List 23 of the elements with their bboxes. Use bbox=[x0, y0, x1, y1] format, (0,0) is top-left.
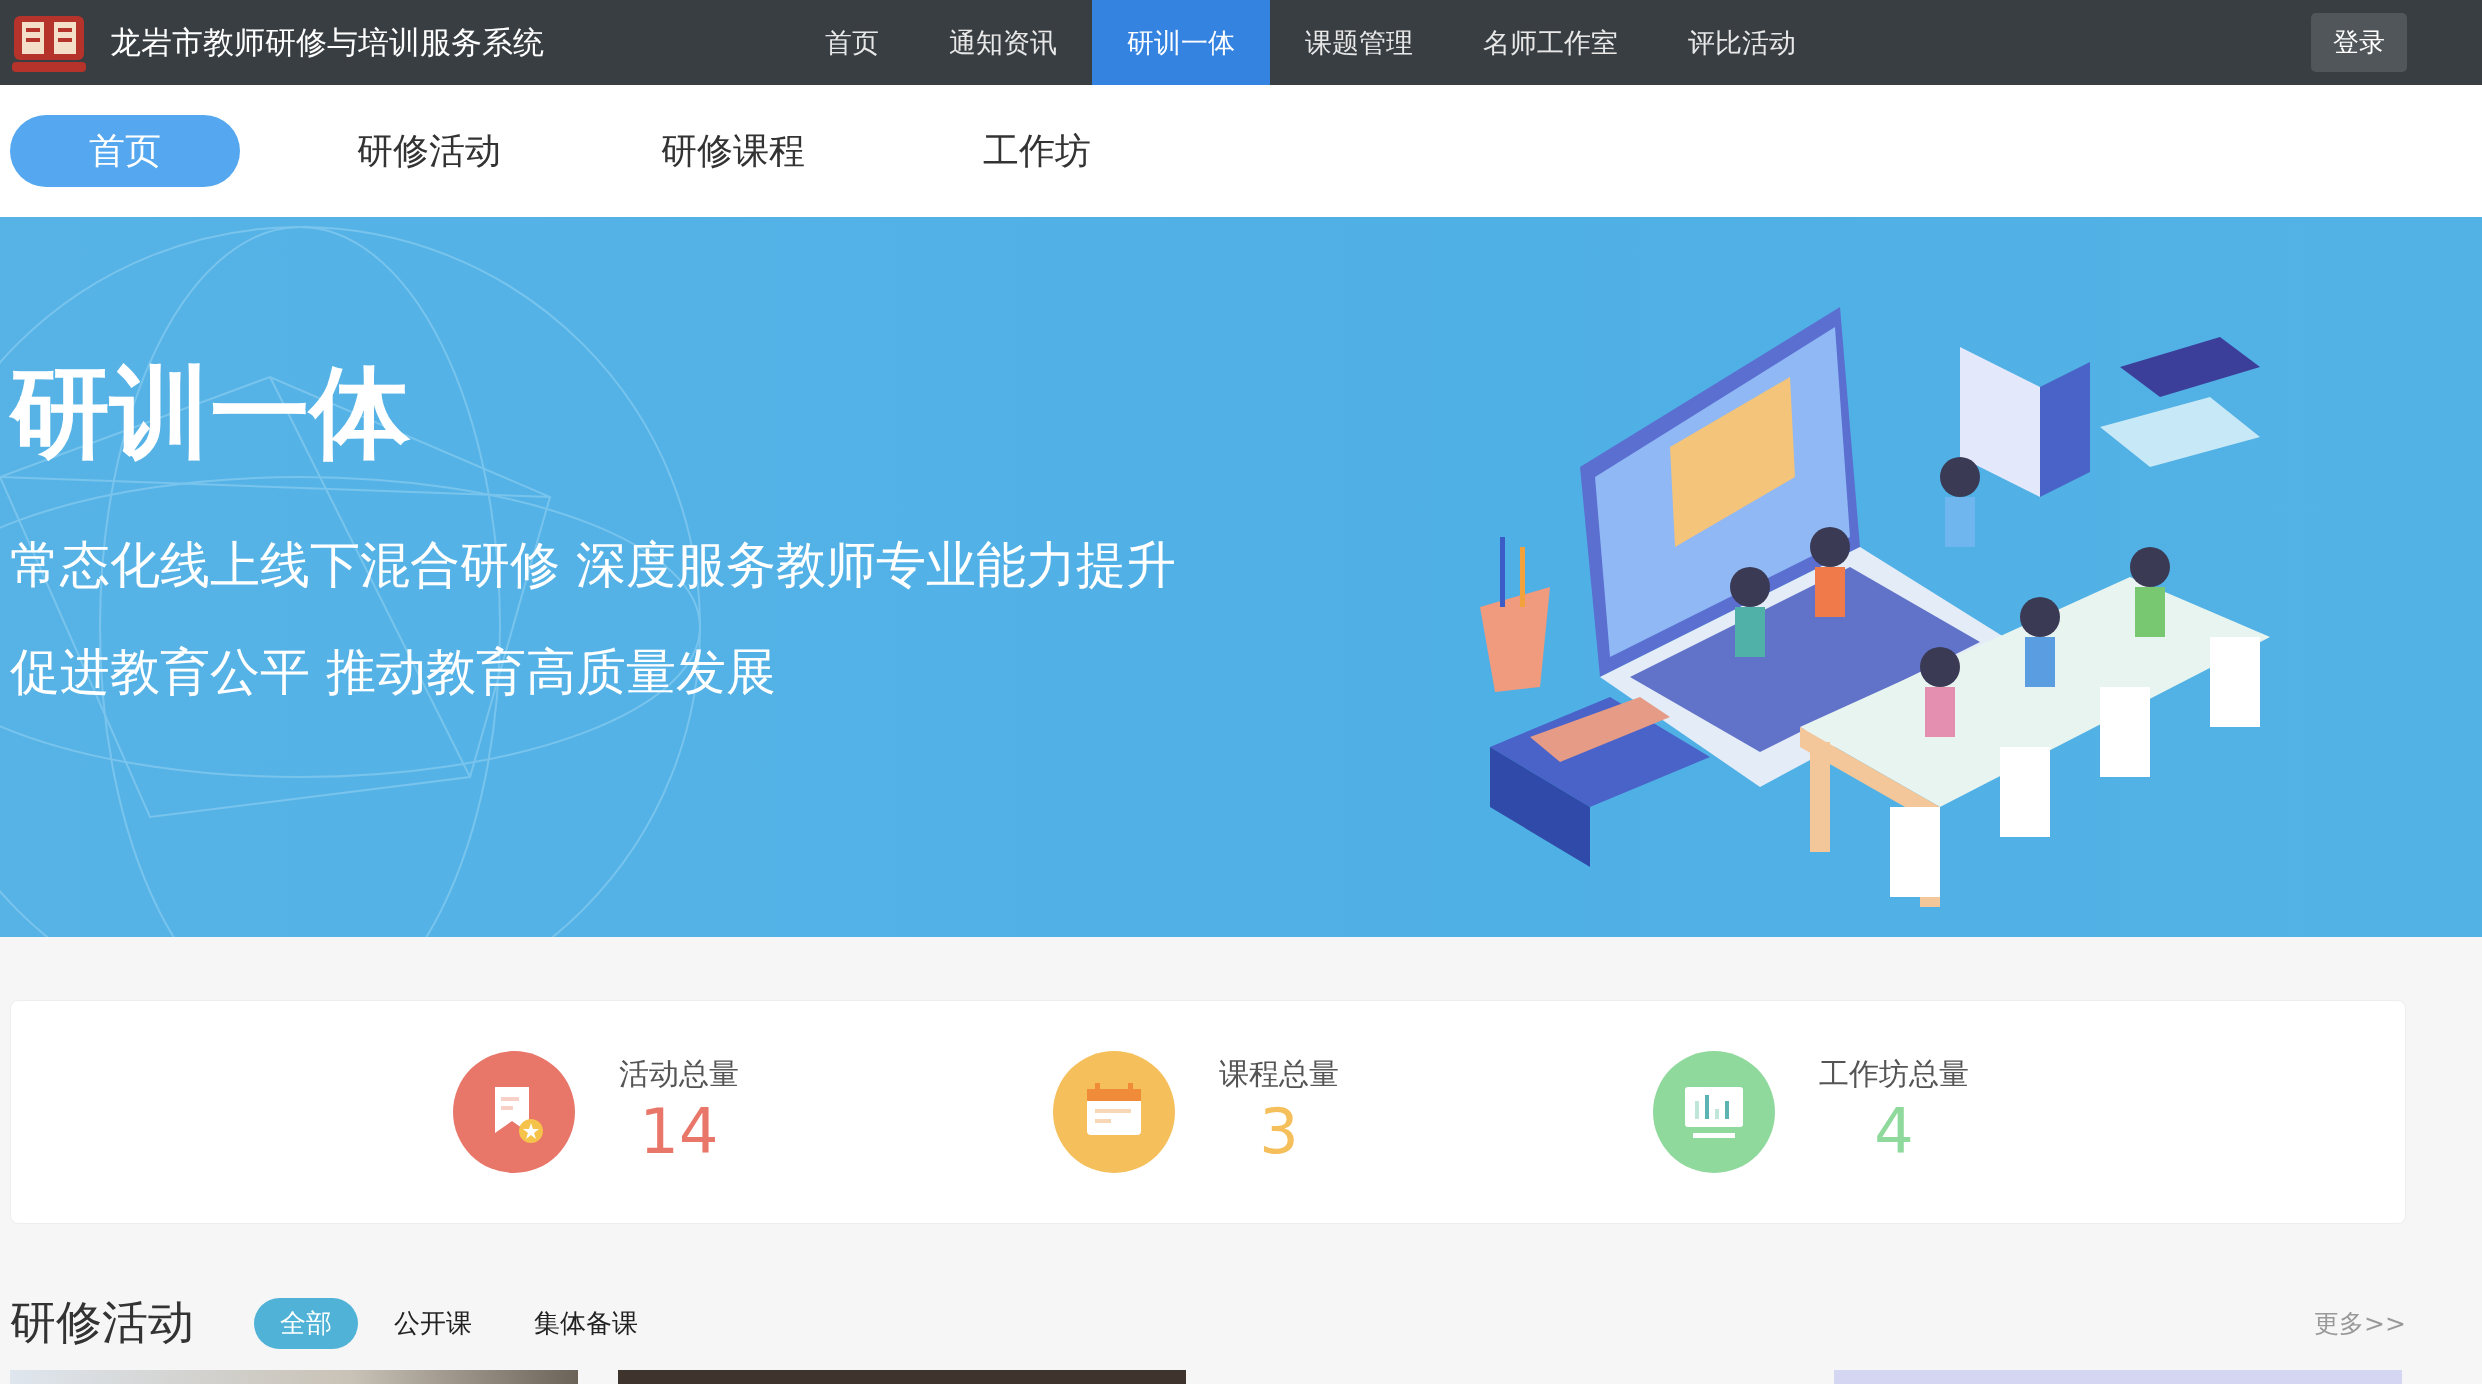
sub-tab[interactable]: 工作坊 bbox=[922, 115, 1152, 187]
nav-tab[interactable]: 评比活动 bbox=[1653, 0, 1831, 85]
nav-tab[interactable]: 通知资讯 bbox=[914, 0, 1092, 85]
stat-label: 活动总量 bbox=[619, 1055, 739, 1094]
stat-value: 14 bbox=[639, 1095, 719, 1170]
filter-tab[interactable]: 公开课 bbox=[368, 1297, 498, 1349]
nav-tab[interactable]: 研训一体 bbox=[1092, 0, 1270, 85]
stat-label: 工作坊总量 bbox=[1819, 1055, 1969, 1094]
filter-tab[interactable]: 集体备课 bbox=[508, 1297, 664, 1349]
nav-tab[interactable]: 课题管理 bbox=[1270, 0, 1448, 85]
banner-title: 研训一体 bbox=[10, 353, 412, 473]
nav-tab[interactable]: 名师工作室 bbox=[1448, 0, 1653, 85]
nav-tab[interactable]: 首页 bbox=[790, 0, 914, 85]
site-title: 龙岩市教师研修与培训服务系统 bbox=[110, 22, 545, 62]
section-title: 研修活动 bbox=[10, 1294, 194, 1351]
sub-tab[interactable]: 研修课程 bbox=[618, 115, 848, 187]
banner-slogan: 促进教育公平 推动教育高质量发展 bbox=[10, 642, 777, 703]
stat-value: 3 bbox=[1259, 1095, 1299, 1170]
stat-label: 课程总量 bbox=[1219, 1055, 1339, 1094]
sub-tab[interactable]: 研修活动 bbox=[314, 115, 544, 187]
login-button[interactable]: 登录 bbox=[2311, 13, 2407, 72]
stat-value: 4 bbox=[1874, 1095, 1914, 1170]
banner-slogan: 常态化线上线下混合研修 深度服务教师专业能力提升 bbox=[10, 535, 1177, 596]
